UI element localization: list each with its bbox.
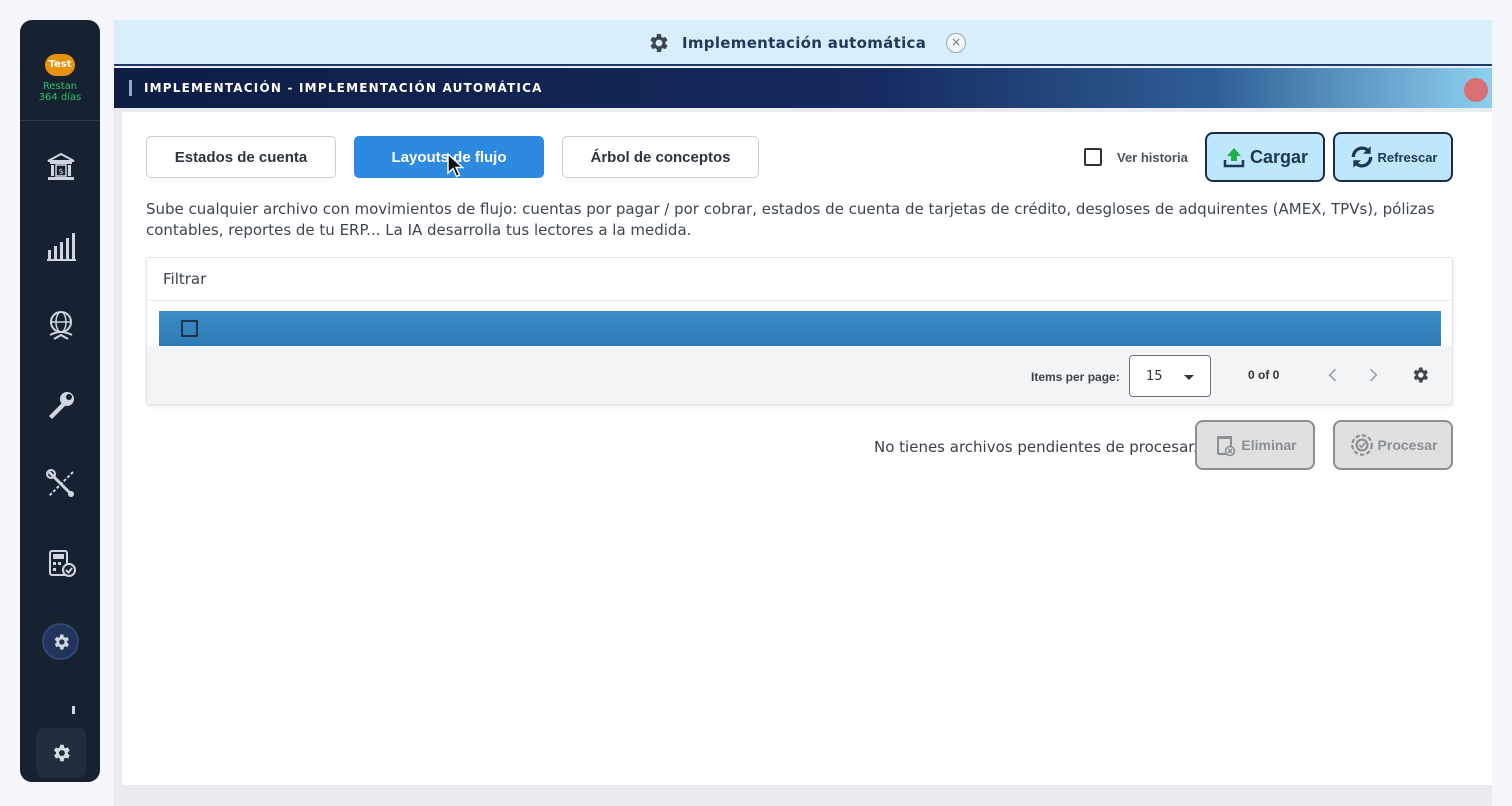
prev-page-button[interactable] [1322,364,1344,386]
gear-icon [650,34,668,52]
test-badge: Test [45,54,75,76]
wrench-icon [49,392,74,419]
days-remaining-line1: Restan [42,81,78,92]
tools-icon [46,469,75,498]
table-header-row [159,311,1441,346]
select-all-checkbox[interactable] [181,320,198,337]
sidebar-item-money-globe[interactable] [44,308,78,342]
header-accent [129,80,132,96]
sidebar-item-calculator[interactable] [44,546,78,580]
upload-icon [1223,148,1245,168]
cargar-button[interactable]: Cargar [1205,132,1325,182]
procesar-button[interactable]: Procesar [1333,420,1453,470]
sidebar-item-settings-active[interactable] [44,625,77,658]
money-globe-icon [49,311,73,340]
sidebar-item-charts[interactable] [44,229,78,263]
sidebar-settings-button[interactable] [36,728,86,778]
section-header: IMPLEMENTACIÓN - IMPLEMENTACIÓN AUTOMÁTI… [114,68,1492,108]
days-remaining-line2: 364 días [38,92,82,103]
process-gear-icon [1350,434,1373,456]
tab-arbol-de-conceptos[interactable]: Árbol de conceptos [562,136,759,178]
refresh-icon [1351,146,1372,168]
table-settings-button[interactable] [1409,364,1431,386]
window-tab-bar: Implementación automática × [114,20,1492,66]
items-per-page-select[interactable]: 15 [1129,355,1211,397]
procesar-label: Procesar [1377,437,1438,453]
ver-historia-toggle[interactable]: Ver historia [1084,148,1188,166]
content-panel: Estados de cuenta Layouts de flujo Árbol… [122,112,1492,785]
svg-text:$: $ [58,167,63,176]
ver-historia-label: Ver historia [1117,149,1188,165]
delete-file-icon [1217,436,1236,457]
cargar-label: Cargar [1249,146,1309,167]
sidebar-scroll-indicator [72,706,75,714]
window-tab-title: Implementación automática [682,34,927,52]
paginator: Items per page: 15 0 of 0 [147,346,1452,404]
eliminar-label: Eliminar [1241,437,1297,453]
sidebar-item-bank[interactable]: $ [44,150,78,184]
bar-chart-icon [47,233,76,261]
gear-icon [1413,367,1428,383]
files-table: Filtrar Items per page: 15 0 of 0 [146,257,1453,405]
sidebar-item-tools[interactable] [44,467,78,501]
refrescar-button[interactable]: Refrescar [1333,132,1453,182]
refrescar-label: Refrescar [1377,149,1438,165]
chevron-right-icon [1369,368,1378,382]
page-title: IMPLEMENTACIÓN - IMPLEMENTACIÓN AUTOMÁTI… [144,81,543,95]
tab-estados-de-cuenta[interactable]: Estados de cuenta [146,136,336,178]
description-text: Sube cualquier archivo con movimientos d… [146,200,1435,239]
no-files-message: No tienes archivos pendientes de procesa… [874,438,1198,456]
main-frame: Implementación automática × IMPLEMENTACI… [114,20,1492,806]
header-status-dot[interactable] [1464,78,1488,102]
bank-icon: $ [47,152,75,180]
page-range-label: 0 of 0 [1248,368,1280,382]
ver-historia-checkbox[interactable] [1084,148,1102,166]
close-icon[interactable]: × [946,33,967,53]
items-per-page-label: Items per page: [1031,370,1120,384]
items-per-page-value: 15 [1146,369,1163,384]
window-tab[interactable]: Implementación automática × [646,31,967,55]
sidebar-divider [20,120,100,121]
plan-badge: Test Restan 364 días [20,52,100,103]
chevron-left-icon [1328,368,1337,382]
filter-input[interactable]: Filtrar [147,258,1452,301]
days-remaining: Restan 364 días [20,81,100,103]
calculator-check-icon [49,550,76,577]
eliminar-button[interactable]: Eliminar [1195,420,1315,470]
bottom-bar [114,785,1492,806]
mouse-cursor-icon [447,153,465,178]
sidebar-item-wrench[interactable] [44,388,78,422]
gear-icon [54,744,70,762]
next-page-button[interactable] [1362,364,1384,386]
gear-icon [54,634,69,649]
sidebar: Test Restan 364 días $ [20,20,100,782]
chevron-down-icon [1184,375,1194,380]
